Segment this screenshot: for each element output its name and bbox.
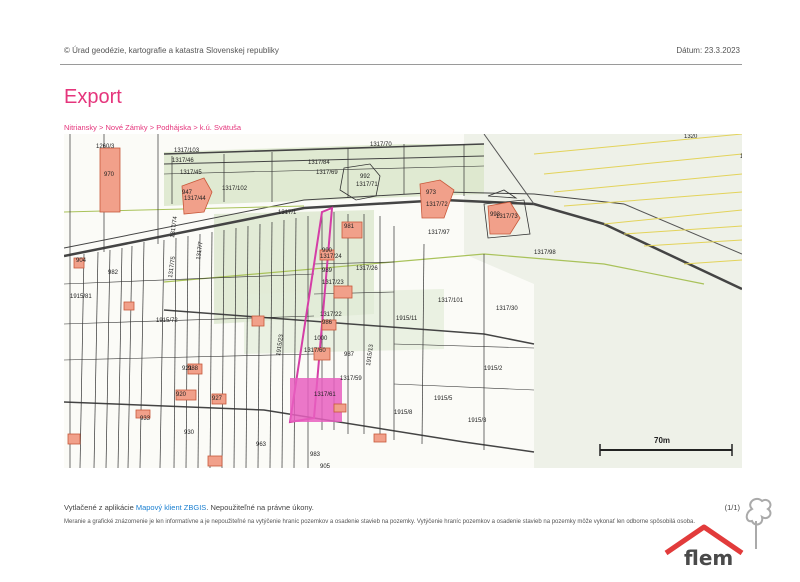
copyright-text: © Úrad geodézie, kartografie a katastra … <box>64 46 279 55</box>
app-link[interactable]: Mapový klient ZBGIS <box>136 503 206 512</box>
parcel-label: 1317/22 <box>320 312 342 318</box>
building-number: 970 <box>104 172 115 178</box>
parcel-label: 1356 <box>740 154 742 160</box>
print-info: Vytlačené z aplikácie Mapový klient ZBGI… <box>64 503 314 512</box>
parcel-label: 1317/103 <box>174 148 200 154</box>
breadcrumb-cadastral-area[interactable]: k.ú. Svätuša <box>200 123 241 132</box>
scale-label: 70m <box>654 436 670 445</box>
building-number: 920 <box>176 392 187 398</box>
print-info-line: Vytlačené z aplikácie Mapový klient ZBGI… <box>64 503 740 512</box>
print-suffix: . Nepoužiteľné na právne úkony. <box>206 503 314 512</box>
building-number: 981 <box>344 224 355 230</box>
parcel-label: 1915/11 <box>396 316 418 322</box>
building-number: 904 <box>76 258 87 264</box>
parcel-label: 1317/46 <box>172 158 194 164</box>
breadcrumb-municipality[interactable]: Podhájska <box>156 123 191 132</box>
breadcrumb: Nitriansky > Nové Zámky > Podhájska > k.… <box>64 123 241 132</box>
parcel-label: 1317/101 <box>438 298 464 304</box>
parcel-label: 1317/24 <box>320 254 342 260</box>
page-header: © Úrad geodézie, kartografie a katastra … <box>64 46 740 55</box>
parcel-label: 1317/45 <box>180 170 202 176</box>
parcel-label: 1317/60 <box>304 348 326 354</box>
building-number: 963 <box>256 442 267 448</box>
breadcrumb-separator: > <box>149 123 155 132</box>
map-canvas: 70m 1317/103 1317/46 1317/45 1317/44 1317/10… <box>64 134 742 468</box>
building-number: 973 <box>426 190 437 196</box>
parcel-label: 1317/1 <box>278 210 297 216</box>
building-number: 1000 <box>314 336 328 342</box>
building-number: 992 <box>360 174 371 180</box>
breadcrumb-region[interactable]: Nitriansky <box>64 123 97 132</box>
parcel-label: 1317/44 <box>184 196 206 202</box>
disclaimer-text: Meranie a grafické znázornenie je len in… <box>64 519 696 525</box>
print-prefix: Vytlačené z aplikácie <box>64 503 136 512</box>
parcel-label: 1317/26 <box>356 266 378 272</box>
export-date: Dátum: 23.3.2023 <box>676 46 740 55</box>
building-number: 986 <box>322 320 333 326</box>
breadcrumb-separator: > <box>193 123 198 132</box>
parcel-label: 1317/30 <box>496 306 518 312</box>
parcel-label: 1915/3 <box>468 418 487 424</box>
parcel-label: 1317/61 <box>314 392 336 398</box>
building-number: 933 <box>140 416 151 422</box>
parcel-label: 1317/98 <box>534 250 556 256</box>
parcel-label: 1317/70 <box>370 142 392 148</box>
flem-logo-text: flem <box>684 546 734 570</box>
cadastral-map[interactable]: 70m 1317/103 1317/46 1317/45 1317/44 1317/10… <box>64 134 742 468</box>
header-divider <box>60 64 742 65</box>
parcel-label: 1317/71 <box>356 182 378 188</box>
highlighted-parcel[interactable] <box>290 378 342 422</box>
building-number: 987 <box>344 352 355 358</box>
breadcrumb-separator: > <box>99 123 104 132</box>
parcel-label: 1260/3 <box>96 144 115 150</box>
building-number: 993 <box>490 212 501 218</box>
parcel-label: 1317/23 <box>322 280 344 286</box>
parcel-label: 1317/84 <box>308 160 330 166</box>
parcel-label: 1915/5 <box>434 396 453 402</box>
parcel-label: 1915/81 <box>70 294 92 300</box>
building-number: 989 <box>322 268 333 274</box>
parcel-label: 1320 <box>684 134 698 140</box>
building-number: 990 <box>322 248 333 254</box>
parcel-label: 1317/69 <box>316 170 338 176</box>
parcel-label: 1317/59 <box>340 376 362 382</box>
building-number: 921 <box>182 366 193 372</box>
parcel-label: 1915/2 <box>484 366 503 372</box>
building-number: 947 <box>182 190 193 196</box>
breadcrumb-district[interactable]: Nové Zámky <box>106 123 148 132</box>
building-number: 983 <box>310 452 321 458</box>
parcel-label: 1317/102 <box>222 186 248 192</box>
building-number: 927 <box>212 396 223 402</box>
parcel-label: 1915/8 <box>394 410 413 416</box>
parcel-label: 1317/72 <box>426 202 448 208</box>
building-number: 930 <box>184 430 195 436</box>
building-number: 905 <box>320 464 331 468</box>
building-number: 982 <box>108 270 119 276</box>
parcel-label: 1915/72 <box>156 318 178 324</box>
parcel-label: 1317/97 <box>428 230 450 236</box>
page-title: Export <box>64 86 122 108</box>
